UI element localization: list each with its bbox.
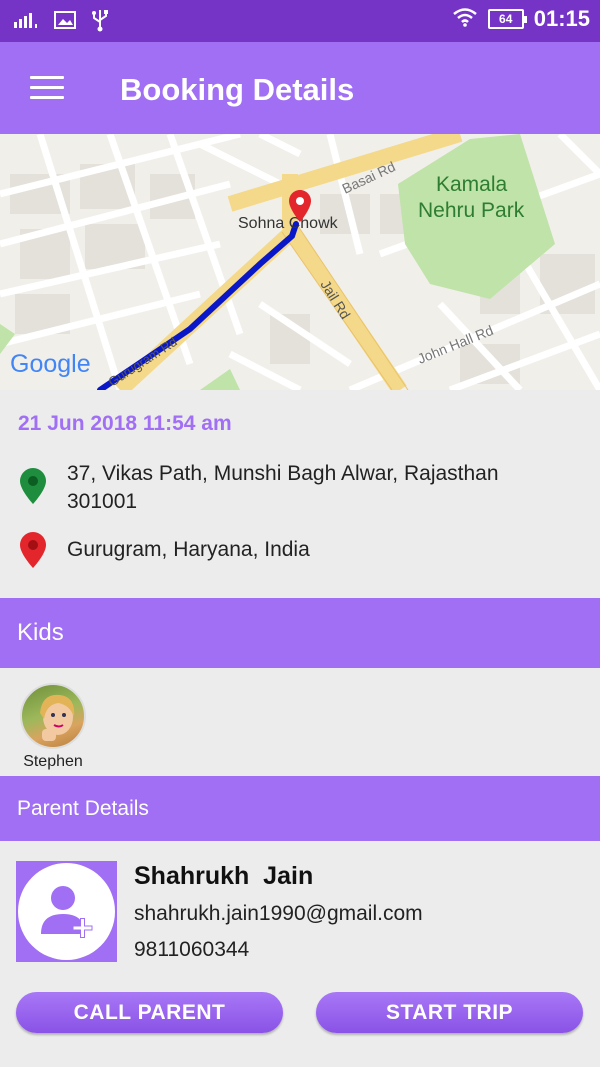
usb-icon (90, 8, 110, 37)
battery-level: 64 (499, 12, 513, 26)
kid-item[interactable]: Stephen (16, 683, 90, 771)
drop-address: Gurugram, Haryana, India (67, 538, 310, 561)
kids-section-header: Kids (0, 598, 600, 668)
pickup-address: 37, Vikas Path, Munshi Bagh Alwar, Rajas… (67, 462, 499, 513)
parent-avatar[interactable] (16, 861, 117, 962)
clock: 01:15 (533, 6, 590, 31)
image-icon (54, 10, 76, 35)
parent-name: Shahrukh Jain (134, 862, 314, 890)
map-canvas: Basai Rd Sohna Chowk Kamala Nehru Park J… (0, 134, 600, 390)
call-parent-button[interactable]: CALL PARENT (16, 992, 283, 1033)
google-logo: Google (10, 350, 91, 378)
drop-pin-icon (20, 532, 46, 568)
booking-datetime: 21 Jun 2018 11:54 am (18, 412, 232, 435)
signal-icon (14, 10, 40, 35)
page-title: Booking Details (120, 72, 355, 107)
parent-email: shahrukh.jain1990@gmail.com (134, 902, 423, 925)
status-bar: 64 01:15 (0, 0, 600, 42)
parent-section-header: Parent Details (0, 776, 600, 841)
route-map[interactable]: Basai Rd Sohna Chowk Kamala Nehru Park J… (0, 134, 600, 390)
parent-heading: Parent Details (17, 797, 149, 820)
wifi-icon (452, 7, 478, 32)
kid-avatar (20, 683, 86, 749)
parent-phone: 9811060344 (134, 938, 250, 961)
add-user-icon (40, 885, 92, 938)
start-trip-button[interactable]: START TRIP (316, 992, 583, 1033)
map-label-kamala: Kamala (436, 173, 508, 196)
map-label-nehru-park: Nehru Park (418, 199, 525, 222)
pickup-pin-icon (20, 468, 46, 504)
map-label-sohna: Sohna Chowk (238, 215, 339, 232)
kid-name: Stephen (23, 753, 83, 770)
app-bar: Booking Details (0, 42, 600, 134)
kids-heading: Kids (17, 619, 64, 646)
menu-icon[interactable] (30, 76, 64, 102)
battery-icon: 64 (487, 9, 527, 29)
